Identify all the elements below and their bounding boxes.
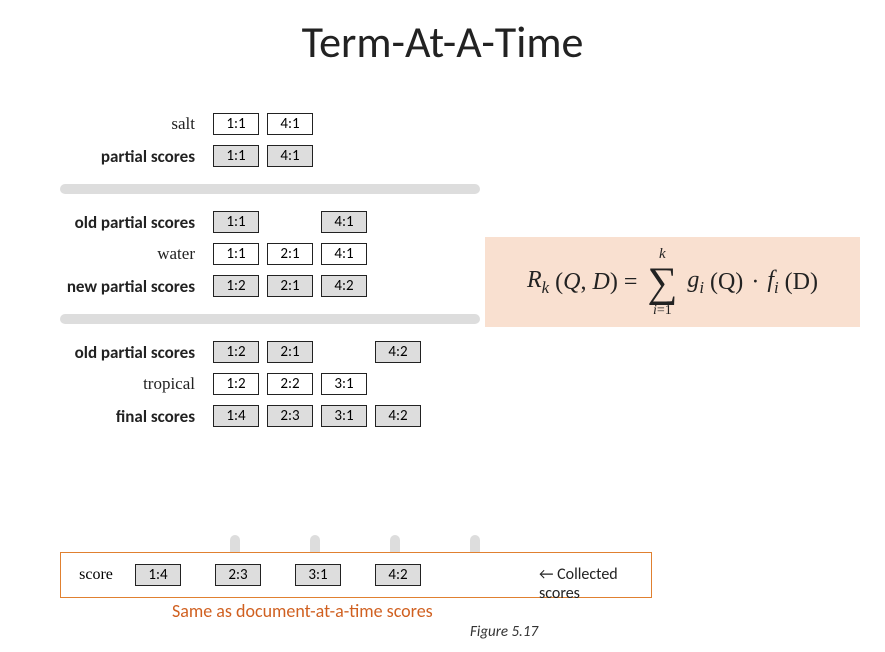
data-row: new partial scores1:2 2:1 4:2 — [30, 272, 480, 300]
data-cell: 1:4 — [213, 405, 259, 427]
data-cell: 2:1 — [267, 275, 313, 297]
score-cell: 2:3 — [215, 564, 261, 586]
data-cell: 2:1 — [267, 341, 313, 363]
formula: Rk (Q, D) = k ∑ i=1 gi(Q) · fi(D) — [527, 247, 818, 318]
data-row: old partial scores1:2 2:1 4:2 — [30, 338, 480, 366]
row-label: water — [30, 244, 213, 264]
data-row: water1:1 2:1 4:1 — [30, 240, 480, 268]
score-cell: 3:1 — [295, 564, 341, 586]
score-cell: 1:4 — [135, 564, 181, 586]
data-cell — [375, 373, 421, 395]
same-as-caption: Same as document-at-a-time scores — [172, 600, 433, 622]
page-title: Term-At-A-Time — [0, 15, 885, 69]
data-cell: 4:2 — [321, 275, 367, 297]
data-cell — [321, 113, 367, 135]
row-label: tropical — [30, 374, 213, 394]
sigma-icon: k ∑ i=1 — [647, 247, 677, 318]
row-label: partial scores — [30, 146, 213, 167]
data-cell: 4:1 — [267, 145, 313, 167]
data-cell: 3:1 — [321, 373, 367, 395]
data-cell — [375, 113, 421, 135]
data-cell: 1:1 — [213, 243, 259, 265]
collected-label: ← Collected scores — [539, 565, 651, 603]
data-cell: 1:1 — [213, 113, 259, 135]
data-cell: 3:1 — [321, 405, 367, 427]
data-cell — [375, 275, 421, 297]
data-cell: 1:2 — [213, 275, 259, 297]
data-cell: 4:2 — [375, 405, 421, 427]
row-label: old partial scores — [30, 342, 213, 363]
score-label: score — [61, 566, 131, 584]
data-cell — [375, 211, 421, 233]
data-cell: 4:1 — [321, 211, 367, 233]
data-row: tropical1:2 2:2 3:1 — [30, 370, 480, 398]
diagram-area: salt1:14:1partial scores1:14:1old partia… — [30, 110, 480, 434]
row-label: salt — [30, 114, 213, 134]
data-cell: 1:2 — [213, 373, 259, 395]
formula-box: Rk (Q, D) = k ∑ i=1 gi(Q) · fi(D) — [485, 237, 860, 327]
divider — [60, 184, 480, 194]
divider — [60, 314, 480, 324]
data-cell — [321, 341, 367, 363]
data-cell: 1:2 — [213, 341, 259, 363]
data-cell: 4:1 — [321, 243, 367, 265]
data-cell — [267, 211, 313, 233]
data-row: partial scores1:1 4:1 — [30, 142, 480, 170]
data-cell: 2:2 — [267, 373, 313, 395]
data-cell: 4:2 — [375, 341, 421, 363]
data-cell: 1:1 — [213, 211, 259, 233]
figure-caption: Figure 5.17 — [470, 623, 538, 641]
data-row: salt1:1 4:1 — [30, 110, 480, 138]
row-label: final scores — [30, 406, 213, 427]
data-cell: 2:3 — [267, 405, 313, 427]
data-cell — [375, 243, 421, 265]
data-row: old partial scores1:1 4:1 — [30, 208, 480, 236]
data-cell: 4:1 — [267, 113, 313, 135]
score-cell: 4:2 — [375, 564, 421, 586]
data-cell: 2:1 — [267, 243, 313, 265]
data-row: final scores1:4 2:3 3:1 4:2 — [30, 402, 480, 430]
data-cell: 1:1 — [213, 145, 259, 167]
data-cell — [375, 145, 421, 167]
data-cell — [321, 145, 367, 167]
row-label: old partial scores — [30, 212, 213, 233]
score-box: score 1:42:33:14:2 ← Collected scores — [60, 552, 652, 598]
row-label: new partial scores — [30, 276, 213, 297]
